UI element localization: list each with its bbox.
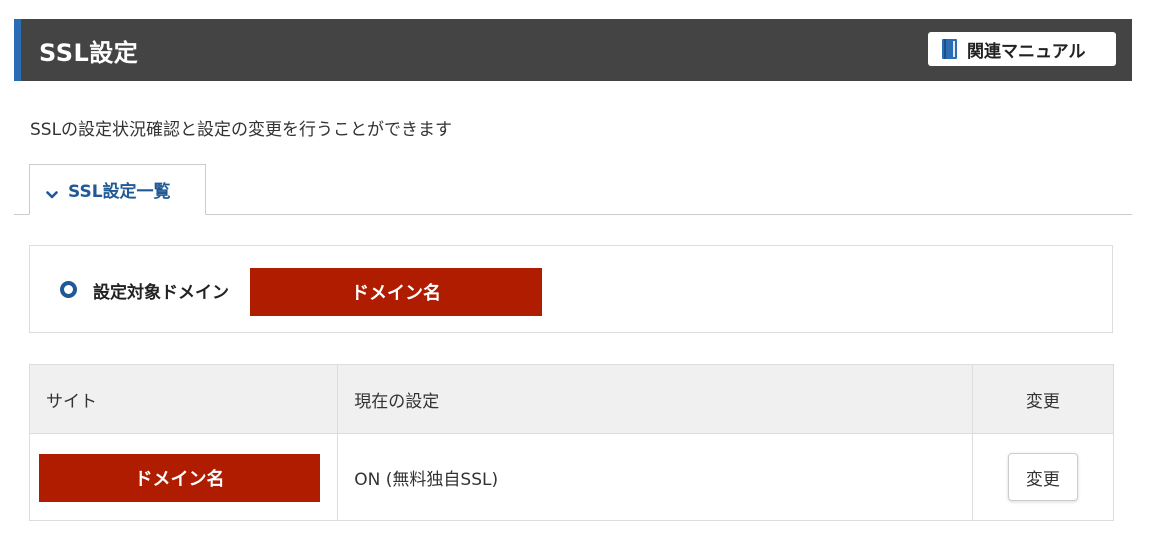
site-cell: ドメイン名 bbox=[28, 433, 339, 521]
table-header-row: サイト 現在の設定 変更 bbox=[28, 364, 1115, 434]
page-description: SSLの設定状況確認と設定の変更を行うことができます bbox=[30, 120, 453, 140]
ssl-settings-table: サイト 現在の設定 変更 ドメイン名 ON (無料独自SSL) 変更 bbox=[28, 364, 1115, 521]
book-icon bbox=[942, 39, 957, 59]
table-row: ドメイン名 ON (無料独自SSL) 変更 bbox=[28, 433, 1115, 521]
target-domain-value: ドメイン名 bbox=[250, 268, 542, 316]
site-domain-value: ドメイン名 bbox=[39, 454, 320, 502]
target-domain-panel: 設定対象ドメイン ドメイン名 bbox=[29, 245, 1113, 333]
ssl-settings-page: SSL設定 関連マニュアル SSLの設定状況確認と設定の変更を行うことができます… bbox=[0, 0, 1150, 544]
column-header-change: 変更 bbox=[971, 364, 1115, 434]
chevron-down-icon bbox=[46, 185, 58, 198]
related-manual-button[interactable]: 関連マニュアル bbox=[928, 32, 1116, 66]
column-header-site: サイト bbox=[28, 364, 339, 434]
current-setting-value: ON (無料独自SSL) bbox=[354, 469, 499, 490]
page-header: SSL設定 関連マニュアル bbox=[14, 19, 1132, 81]
change-cell: 変更 bbox=[971, 433, 1115, 521]
current-setting-cell: ON (無料独自SSL) bbox=[337, 433, 973, 521]
change-button[interactable]: 変更 bbox=[1007, 453, 1078, 501]
column-header-current-setting: 現在の設定 bbox=[337, 364, 973, 434]
tab-label: SSL設定一覧 bbox=[68, 182, 171, 202]
radio-selected-icon bbox=[60, 281, 77, 298]
target-domain-label: 設定対象ドメイン bbox=[93, 283, 229, 303]
page-title: SSL設定 bbox=[39, 39, 139, 67]
related-manual-label: 関連マニュアル bbox=[967, 41, 1086, 62]
tab-ssl-settings-list[interactable]: SSL設定一覧 bbox=[29, 164, 206, 215]
